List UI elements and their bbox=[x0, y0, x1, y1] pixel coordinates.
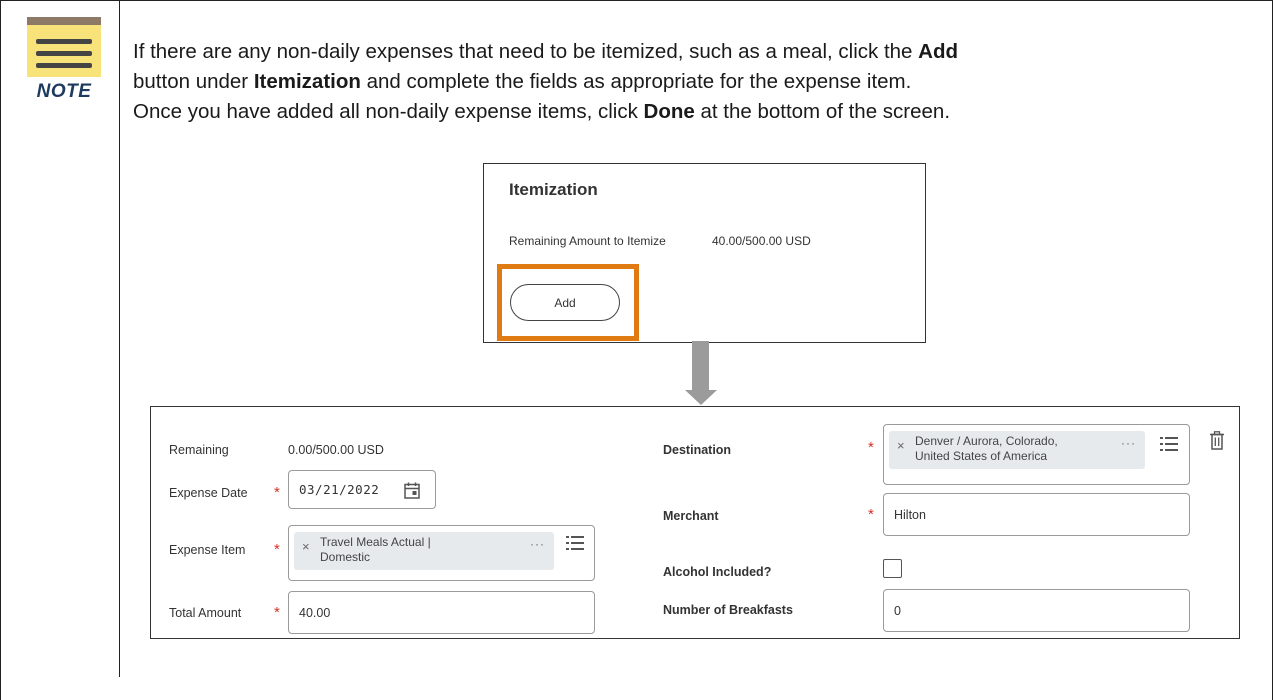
itemization-panel: Itemization Remaining Amount to Itemize … bbox=[483, 163, 926, 343]
required-mark: * bbox=[274, 541, 280, 558]
destination-input[interactable]: × Denver / Aurora, Colorado, United Stat… bbox=[883, 424, 1190, 485]
destination-line2: United States of America bbox=[915, 449, 1048, 463]
itemization-title: Itemization bbox=[509, 180, 598, 199]
remaining-amount-value: 40.00/500.00 USD bbox=[712, 234, 811, 248]
merchant-value: Hilton bbox=[894, 508, 926, 522]
add-button[interactable]: Add bbox=[510, 284, 620, 321]
required-mark: * bbox=[274, 604, 280, 621]
total-amount-input[interactable]: 40.00 bbox=[288, 591, 595, 634]
down-arrow-icon bbox=[692, 341, 709, 391]
remaining-label: Remaining bbox=[169, 443, 229, 457]
note-label: NOTE bbox=[36, 81, 92, 102]
alcohol-included-checkbox[interactable] bbox=[883, 559, 902, 578]
instruction-text: at the bottom of the screen. bbox=[694, 100, 951, 123]
required-mark: * bbox=[868, 439, 874, 456]
expense-item-input[interactable]: × Travel Meals Actual | Domestic ··· bbox=[288, 525, 595, 581]
expense-date-input[interactable]: 03/21/2022 bbox=[288, 470, 436, 509]
expense-item-pill: × Travel Meals Actual | Domestic ··· bbox=[294, 532, 554, 570]
destination-value: Denver / Aurora, Colorado, United States… bbox=[915, 434, 1058, 464]
list-icon[interactable] bbox=[566, 536, 584, 550]
note-instructions: If there are any non-daily expenses that… bbox=[133, 37, 1265, 127]
more-options-icon[interactable]: ··· bbox=[1121, 436, 1136, 451]
column-divider bbox=[119, 0, 120, 677]
down-arrow-head bbox=[685, 390, 717, 405]
instruction-text: and complete the fields as appropriate f… bbox=[360, 70, 912, 93]
breakfasts-value: 0 bbox=[894, 604, 901, 618]
expense-date-label: Expense Date bbox=[169, 486, 248, 500]
expense-item-line2: Domestic bbox=[320, 550, 371, 564]
more-options-icon[interactable]: ··· bbox=[530, 537, 545, 552]
total-amount-value: 40.00 bbox=[299, 606, 331, 620]
total-amount-label: Total Amount bbox=[169, 606, 242, 620]
remove-icon[interactable]: × bbox=[897, 438, 905, 453]
breakfasts-label: Number of Breakfasts bbox=[663, 603, 793, 617]
notepad-line bbox=[36, 63, 92, 68]
list-icon[interactable] bbox=[1160, 437, 1178, 451]
trash-icon[interactable] bbox=[1209, 431, 1225, 450]
instruction-bold-itemization: Itemization bbox=[253, 70, 361, 93]
expense-item-value: Travel Meals Actual | Domestic bbox=[320, 535, 431, 565]
expense-date-value: 03/21/2022 bbox=[299, 482, 380, 497]
calendar-icon[interactable] bbox=[404, 482, 420, 499]
destination-line1: Denver / Aurora, Colorado, bbox=[915, 434, 1058, 448]
required-mark: * bbox=[274, 484, 280, 501]
instruction-text: button under bbox=[133, 70, 254, 93]
destination-label: Destination bbox=[663, 443, 732, 457]
instruction-bold-done: Done bbox=[643, 100, 695, 123]
alcohol-included-label: Alcohol Included? bbox=[663, 565, 772, 579]
remove-icon[interactable]: × bbox=[302, 539, 310, 554]
notepad-line bbox=[36, 51, 92, 56]
remaining-value: 0.00/500.00 USD bbox=[288, 443, 384, 457]
merchant-input[interactable]: Hilton bbox=[883, 493, 1190, 536]
instruction-bold-add: Add bbox=[918, 40, 958, 63]
notepad-graphic bbox=[27, 17, 101, 77]
instruction-text: Once you have added all non-daily expens… bbox=[133, 100, 644, 123]
breakfasts-input[interactable]: 0 bbox=[883, 589, 1190, 632]
notepad-line bbox=[36, 39, 92, 44]
destination-pill: × Denver / Aurora, Colorado, United Stat… bbox=[889, 431, 1145, 469]
merchant-label: Merchant bbox=[663, 509, 719, 523]
remaining-amount-label: Remaining Amount to Itemize bbox=[509, 234, 666, 248]
required-mark: * bbox=[868, 506, 874, 523]
instruction-text: If there are any non-daily expenses that… bbox=[133, 40, 919, 63]
expense-item-line1: Travel Meals Actual | bbox=[320, 535, 431, 549]
expense-item-label: Expense Item bbox=[169, 543, 246, 557]
note-icon: NOTE bbox=[27, 17, 101, 103]
expense-item-form: Remaining 0.00/500.00 USD Expense Date *… bbox=[150, 406, 1240, 639]
